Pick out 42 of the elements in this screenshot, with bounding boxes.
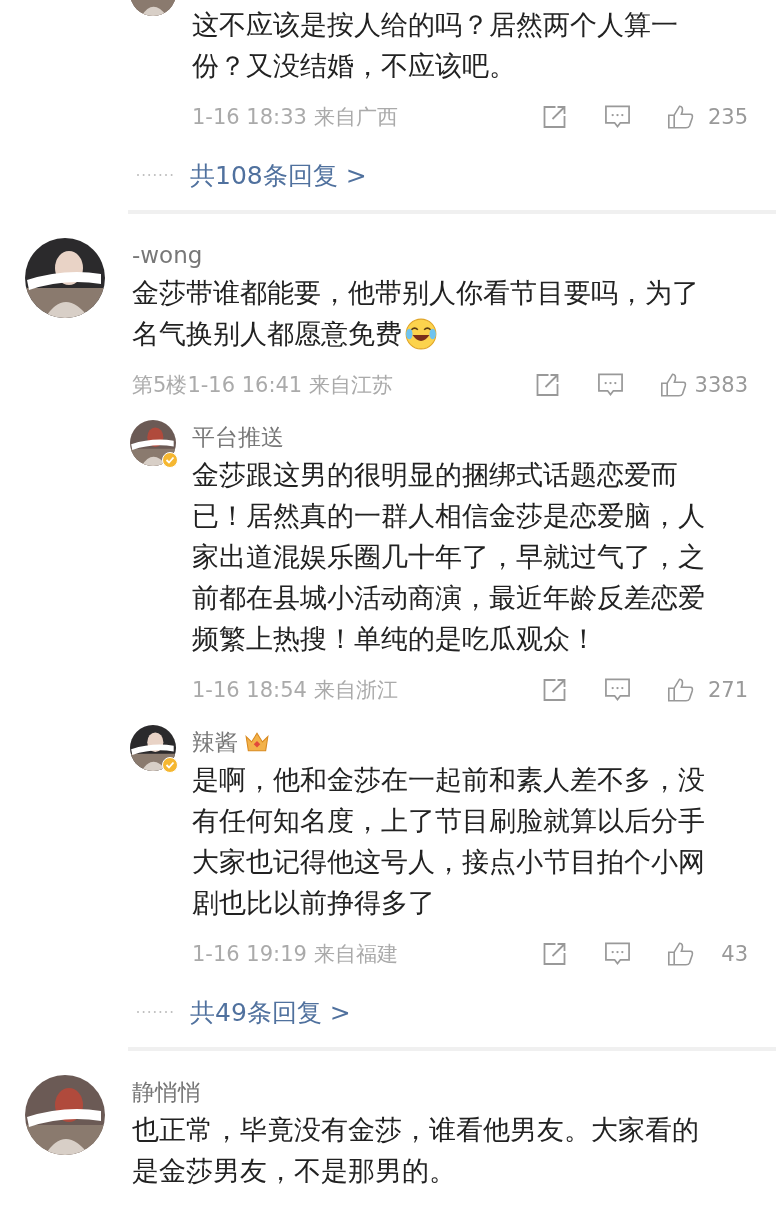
comment-text: 份？又没结婚，不应该吧。 bbox=[192, 49, 517, 83]
thumbs-up-icon[interactable] bbox=[667, 941, 694, 967]
more-replies-link[interactable]: 共108条回复 > bbox=[190, 158, 367, 192]
comment-text: 前都在县城小活动商演，最近年龄反差恋爱 bbox=[192, 581, 706, 615]
comment-text: 剧也比以前挣得多了 bbox=[192, 886, 436, 920]
share-icon[interactable] bbox=[541, 941, 568, 967]
like-count: 43 bbox=[720, 942, 748, 966]
user-name[interactable]: 辣酱 bbox=[192, 726, 238, 758]
comment-meta: 1-16 18:33 来自广西 bbox=[192, 104, 398, 131]
thumbs-up-icon[interactable] bbox=[667, 677, 694, 703]
comment-icon[interactable] bbox=[604, 104, 631, 130]
comment-icon[interactable] bbox=[596, 372, 624, 398]
comment-meta: 第5楼1-16 16:41 来自江苏 bbox=[132, 372, 393, 399]
comment-text: 有任何知名度，上了节目刷脸就算以后分手 bbox=[192, 804, 706, 838]
comment-icon[interactable] bbox=[604, 941, 631, 967]
like-count: 3383 bbox=[694, 373, 748, 397]
dotted-line-icon bbox=[136, 173, 174, 177]
like-count: 235 bbox=[706, 105, 748, 129]
comment-text: 是金莎男友，不是那男的。 bbox=[132, 1154, 457, 1188]
user-name[interactable]: 静悄悄 bbox=[132, 1076, 201, 1108]
comment-text: 金莎跟这男的很明显的捆绑式话题恋爱而 bbox=[192, 458, 679, 492]
comment-text: 大家也记得他这号人，接点小节目拍个小网 bbox=[192, 845, 706, 879]
comment-text: 频繁上热搜！单纯的是吃瓜观众！ bbox=[192, 622, 598, 656]
comment-text: 名气换别人都愿意免费 bbox=[132, 313, 748, 354]
comment-meta: 1-16 19:19 来自福建 bbox=[192, 941, 398, 968]
comment-icon[interactable] bbox=[604, 677, 631, 703]
comment-text: 也正常，毕竟没有金莎，谁看他男友。大家看的 bbox=[132, 1113, 700, 1147]
thumbs-up-icon[interactable] bbox=[667, 104, 694, 130]
like-count: 271 bbox=[706, 678, 748, 702]
comment-text: 已！居然真的一群人相信金莎是恋爱脑，人 bbox=[192, 499, 706, 533]
more-replies-link[interactable]: 共49条回复 > bbox=[190, 995, 351, 1029]
user-name[interactable]: -wong bbox=[132, 242, 203, 268]
comment-text: 金莎带谁都能要，他带别人你看节目要吗，为了 bbox=[132, 276, 700, 310]
thumbs-up-icon[interactable] bbox=[659, 372, 687, 398]
comment-text: 是啊，他和金莎在一起前和素人差不多，没 bbox=[192, 763, 706, 797]
comment-text: 家出道混娱乐圈几十年了，早就过气了，之 bbox=[192, 540, 706, 574]
comment-meta: 1-16 18:54 来自浙江 bbox=[192, 677, 398, 704]
user-name[interactable]: 平台推送 bbox=[192, 421, 284, 453]
share-icon[interactable] bbox=[541, 104, 568, 130]
comment-text: 这不应该是按人给的吗？居然两个人算一 bbox=[192, 8, 679, 42]
share-icon[interactable] bbox=[541, 677, 568, 703]
dotted-line-icon bbox=[136, 1010, 174, 1014]
